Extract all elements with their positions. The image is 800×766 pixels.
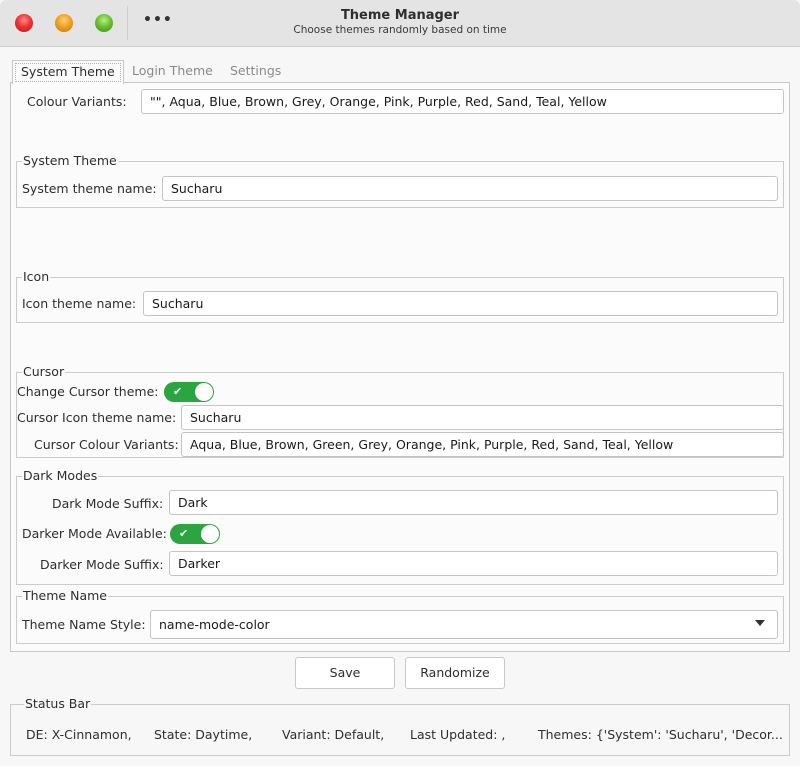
chevron-down-icon bbox=[755, 620, 765, 626]
tab-label: System Theme bbox=[21, 64, 115, 79]
darker-mode-suffix-input[interactable]: Darker bbox=[169, 551, 778, 576]
save-button[interactable]: Save bbox=[295, 657, 395, 689]
change-cursor-theme-toggle[interactable]: ✔ bbox=[164, 382, 214, 402]
theme-name-group-title: Theme Name bbox=[22, 588, 108, 604]
window-subtitle: Choose themes randomly based on time bbox=[293, 24, 507, 36]
colour-variants-label: Colour Variants: bbox=[27, 94, 127, 109]
tab-settings[interactable]: Settings bbox=[230, 60, 281, 82]
dark-modes-group-title: Dark Modes bbox=[22, 468, 99, 484]
toggle-knob bbox=[195, 383, 213, 401]
toggle-knob bbox=[201, 525, 219, 543]
system-theme-name-input[interactable]: Sucharu bbox=[162, 176, 778, 201]
cursor-colour-variants-input[interactable]: Aqua, Blue, Brown, Green, Grey, Orange, … bbox=[181, 432, 784, 457]
cursor-icon-theme-label: Cursor Icon theme name: bbox=[17, 410, 177, 425]
system-theme-name-label: System theme name: bbox=[22, 181, 157, 196]
dark-mode-suffix-label: Dark Mode Suffix: bbox=[52, 496, 164, 511]
status-state: State: Daytime, bbox=[154, 727, 253, 742]
cursor-colour-variants-label: Cursor Colour Variants: bbox=[34, 437, 179, 452]
status-bar-group: Status Bar DE: X-Cinnamon, State: Daytim… bbox=[10, 696, 790, 756]
dark-mode-suffix-input[interactable]: Dark bbox=[169, 490, 778, 515]
cursor-icon-theme-input[interactable]: Sucharu bbox=[181, 405, 784, 430]
darker-mode-suffix-label: Darker Mode Suffix: bbox=[40, 557, 164, 572]
theme-name-style-value: name-mode-color bbox=[159, 617, 270, 632]
tab-login-theme[interactable]: Login Theme bbox=[132, 60, 213, 82]
icon-theme-name-input[interactable]: Sucharu bbox=[143, 291, 778, 316]
darker-mode-available-toggle[interactable]: ✔ bbox=[170, 524, 220, 544]
randomize-button[interactable]: Randomize bbox=[405, 657, 505, 689]
colour-variants-input[interactable]: "", Aqua, Blue, Brown, Grey, Orange, Pin… bbox=[141, 89, 784, 114]
change-cursor-theme-label: Change Cursor theme: bbox=[17, 384, 159, 399]
theme-name-style-select[interactable]: name-mode-color bbox=[150, 610, 778, 639]
status-last-updated: Last Updated: , bbox=[410, 727, 506, 742]
system-theme-group-title: System Theme bbox=[22, 153, 118, 169]
tab-system-theme[interactable]: System Theme bbox=[12, 60, 124, 84]
status-themes: Themes: {'System': 'Sucharu', 'Decor... bbox=[538, 727, 783, 742]
icon-group-title: Icon bbox=[22, 269, 51, 285]
check-icon: ✔ bbox=[173, 385, 183, 398]
status-variant: Variant: Default, bbox=[282, 727, 385, 742]
theme-name-style-label: Theme Name Style: bbox=[22, 617, 146, 632]
check-icon: ✔ bbox=[179, 527, 189, 540]
icon-theme-name-label: Icon theme name: bbox=[22, 296, 137, 311]
title-bar: ••• Theme Manager Choose themes randomly… bbox=[0, 0, 800, 47]
status-de: DE: X-Cinnamon, bbox=[26, 727, 132, 742]
status-bar-title: Status Bar bbox=[24, 696, 92, 712]
cursor-group-title: Cursor bbox=[22, 364, 66, 380]
window-title: Theme Manager bbox=[340, 8, 460, 23]
darker-mode-available-label: Darker Mode Available: bbox=[22, 526, 167, 541]
